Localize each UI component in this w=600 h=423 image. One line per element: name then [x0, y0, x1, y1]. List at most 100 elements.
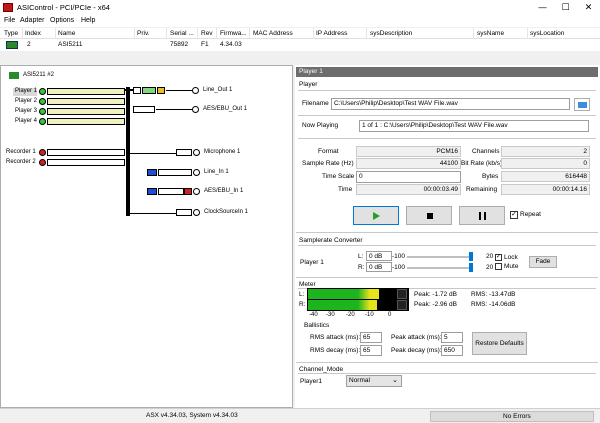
- tree-player-3[interactable]: Player 3: [15, 108, 37, 114]
- adapter-icon: [6, 41, 18, 49]
- player-play-icon[interactable]: [39, 108, 46, 115]
- channel-mode-select[interactable]: Normal ⌄: [346, 375, 402, 387]
- routing-tree-pane[interactable]: ASI5211 #2 Player 1 Player 2 Player 3 Pl…: [0, 65, 293, 408]
- tree-input-line-in[interactable]: Line_In 1: [204, 169, 229, 175]
- src-l-value[interactable]: 0 dB: [366, 251, 392, 261]
- player-play-icon[interactable]: [39, 118, 46, 125]
- rms-r-readout: RMS: -14.06dB: [471, 301, 516, 308]
- rms-attack-label: RMS attack (ms):: [310, 334, 361, 341]
- col-sysname[interactable]: sysName: [477, 30, 504, 37]
- col-mac[interactable]: MAC Address: [253, 30, 293, 37]
- clip-indicator-l: [397, 289, 407, 299]
- lock-checkbox[interactable]: ✓: [495, 254, 502, 261]
- maximize-button[interactable]: ☐: [554, 0, 577, 16]
- input-block[interactable]: [147, 169, 157, 176]
- rms-attack-input[interactable]: 65: [360, 332, 382, 343]
- src-l-thumb[interactable]: [469, 252, 473, 261]
- pause-button[interactable]: [459, 206, 505, 225]
- aes-out-icon[interactable]: [192, 106, 199, 113]
- player-chain[interactable]: [47, 98, 125, 105]
- tab-player[interactable]: Player 1: [296, 67, 598, 77]
- close-button[interactable]: ✕: [577, 0, 600, 16]
- input-block[interactable]: [147, 188, 157, 195]
- stop-button[interactable]: [406, 206, 452, 225]
- tree-player-2[interactable]: Player 2: [15, 98, 37, 104]
- menu-options[interactable]: Options: [50, 17, 74, 24]
- record-icon[interactable]: [39, 149, 46, 156]
- channel-mode-player-label: Player1: [300, 378, 323, 385]
- line-out-icon[interactable]: [192, 87, 199, 94]
- menu-help[interactable]: Help: [81, 17, 95, 24]
- src-r-max: 20: [486, 264, 494, 271]
- recorder-chain[interactable]: [47, 159, 125, 166]
- filename-field[interactable]: C:\Users\Philip\Desktop\Test WAV File.wa…: [331, 98, 570, 110]
- src-l-max: 20: [486, 253, 494, 260]
- player-chain[interactable]: [47, 118, 125, 125]
- player-play-icon[interactable]: [39, 98, 46, 105]
- rms-decay-input[interactable]: 65: [360, 345, 382, 356]
- col-syslocation[interactable]: sysLocation: [530, 30, 564, 37]
- player-chain[interactable]: [47, 108, 125, 115]
- tree-input-microphone[interactable]: Microphone 1: [204, 149, 240, 155]
- col-serial[interactable]: Serial ...: [170, 30, 194, 37]
- fade-button[interactable]: Fade: [529, 256, 557, 268]
- src-l-slider[interactable]: [407, 256, 473, 258]
- minimize-button[interactable]: —: [531, 0, 554, 16]
- menu-bar: File Adapter Options Help: [0, 16, 600, 27]
- src-r-slider[interactable]: [407, 267, 473, 269]
- tree-input-clocksource[interactable]: ClockSourceIn 1: [204, 209, 248, 215]
- tree-recorder-2[interactable]: Recorder 2: [6, 159, 36, 165]
- col-index[interactable]: Index: [25, 30, 41, 37]
- col-name[interactable]: Name: [58, 30, 75, 37]
- tree-output-line-out[interactable]: Line_Out 1: [203, 87, 232, 93]
- microphone-icon[interactable]: [193, 149, 200, 156]
- restore-defaults-button[interactable]: Restore Defaults: [472, 332, 527, 355]
- tree-output-aes-out[interactable]: AES/EBU_Out 1: [203, 106, 247, 112]
- mute-label: Mute: [504, 263, 519, 270]
- tree-player-4[interactable]: Player 4: [15, 118, 37, 124]
- col-priv[interactable]: Priv.: [137, 30, 150, 37]
- bytes-label: Bytes: [482, 173, 499, 180]
- input-block[interactable]: [176, 149, 192, 156]
- input-block[interactable]: [176, 209, 192, 216]
- table-row[interactable]: 2 ASI5211 75892 F1 4.34.03: [0, 39, 600, 51]
- line-in-icon[interactable]: [193, 169, 200, 176]
- input-block[interactable]: [158, 188, 184, 195]
- input-block[interactable]: [184, 188, 192, 195]
- player-play-icon[interactable]: [39, 88, 46, 95]
- input-block[interactable]: [158, 169, 192, 176]
- peak-attack-input[interactable]: 5: [441, 332, 463, 343]
- record-icon[interactable]: [39, 159, 46, 166]
- output-block[interactable]: [133, 87, 141, 94]
- mute-checkbox[interactable]: [495, 263, 502, 270]
- menu-file[interactable]: File: [4, 17, 15, 24]
- volume-block[interactable]: [157, 87, 165, 94]
- play-button[interactable]: [353, 206, 399, 225]
- meter-block[interactable]: [142, 87, 156, 94]
- col-rev[interactable]: Rev: [201, 30, 213, 37]
- col-sysdescription[interactable]: sysDescription: [370, 30, 412, 37]
- sample-rate-label: Sample Rate (Hz): [302, 160, 354, 167]
- recorder-chain[interactable]: [47, 149, 125, 156]
- tree-recorder-1[interactable]: Recorder 1: [6, 149, 36, 155]
- col-ip[interactable]: IP Address: [316, 30, 347, 37]
- repeat-checkbox[interactable]: ✓: [510, 211, 518, 219]
- aes-in-icon[interactable]: [193, 188, 200, 195]
- col-firmware[interactable]: Firmwa...: [220, 30, 247, 37]
- src-r-value[interactable]: 0 dB: [366, 262, 392, 272]
- tree-player-1[interactable]: Player 1: [15, 88, 37, 94]
- menu-adapter[interactable]: Adapter: [20, 17, 45, 24]
- time-scale-input[interactable]: 0: [356, 171, 461, 183]
- peak-decay-input[interactable]: 650: [441, 345, 463, 356]
- src-r-thumb[interactable]: [469, 263, 473, 272]
- tree-input-aes-in[interactable]: AES/EBU_In 1: [204, 188, 243, 194]
- browse-button[interactable]: [574, 98, 590, 111]
- tree-root-label[interactable]: ASI5211 #2: [23, 72, 54, 78]
- clock-icon[interactable]: [193, 209, 200, 216]
- output-block[interactable]: [133, 106, 155, 113]
- now-playing-label: Now Playing: [302, 122, 339, 129]
- player-chain[interactable]: [47, 88, 125, 95]
- time-scale-label: Time Scale: [322, 173, 355, 180]
- lock-label: Lock: [504, 254, 518, 261]
- col-type[interactable]: Type: [4, 30, 18, 37]
